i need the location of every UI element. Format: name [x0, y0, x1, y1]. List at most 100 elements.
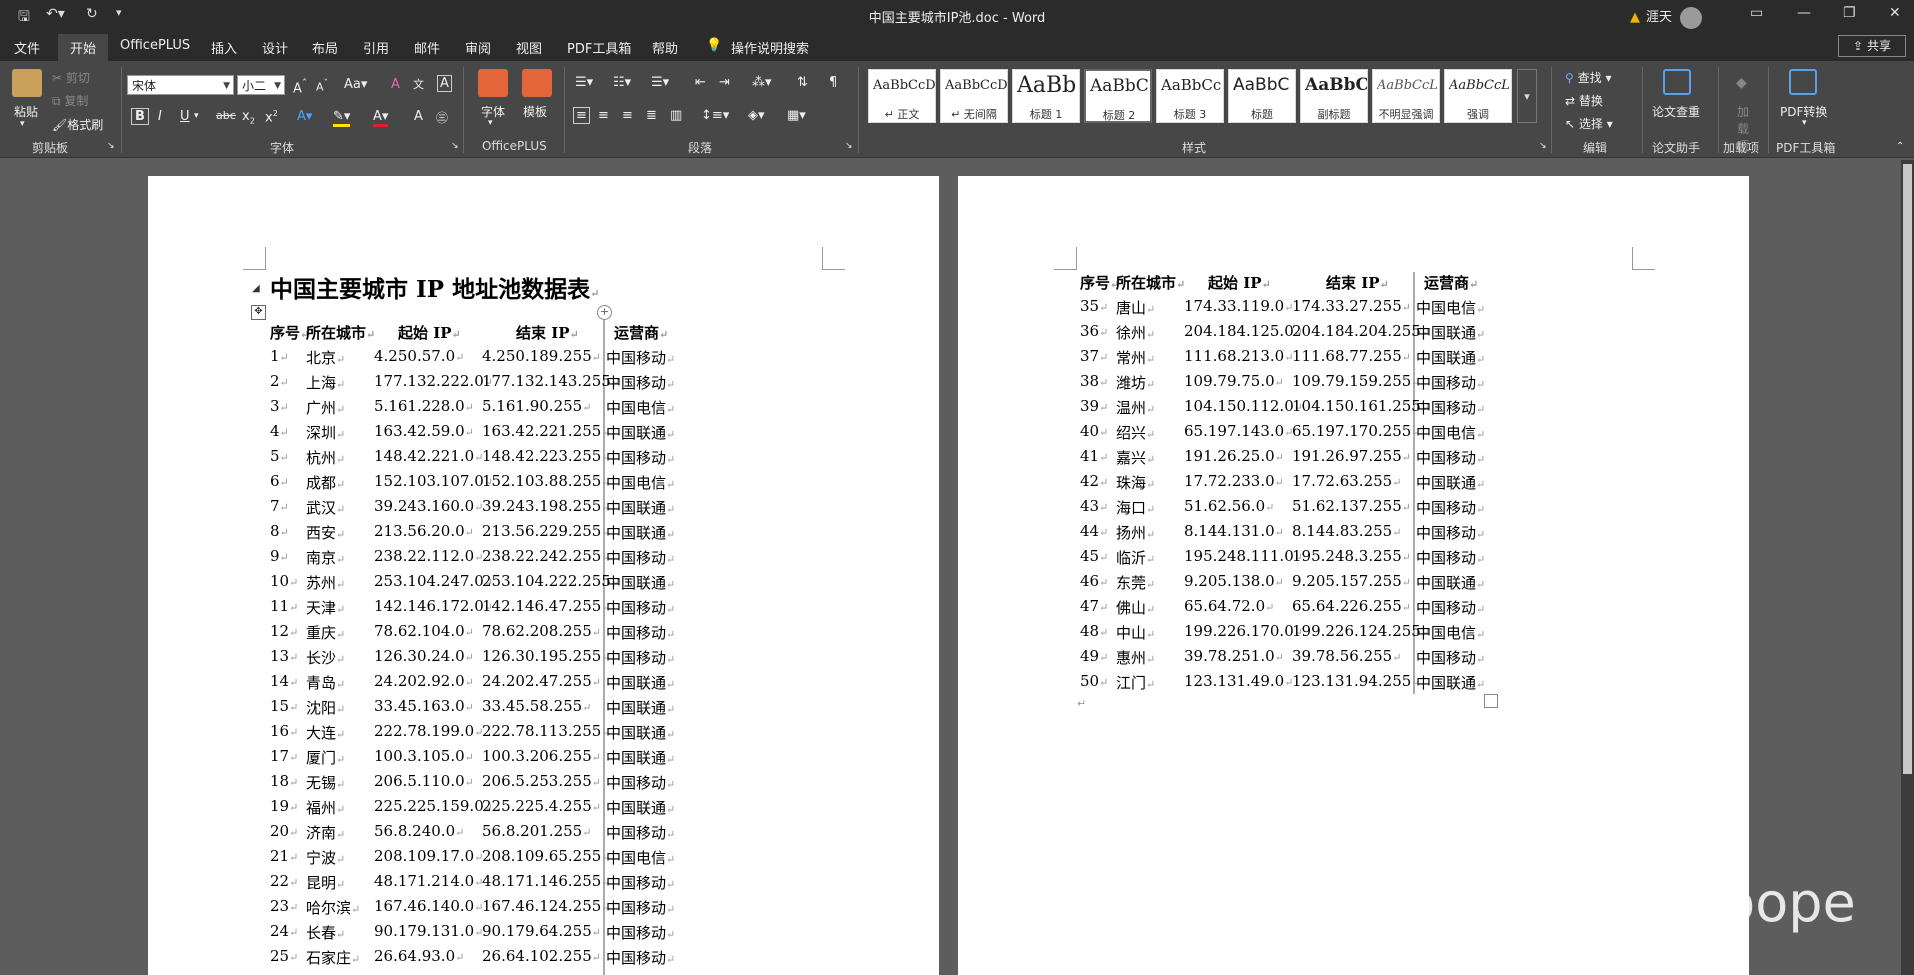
cell-carrier[interactable]: 中国移动↵: [606, 922, 675, 943]
template-icon[interactable]: [522, 69, 552, 97]
cell-index[interactable]: 21↵: [270, 847, 298, 865]
cell-end-ip[interactable]: 24.202.47.255↵: [482, 672, 601, 690]
tab-references[interactable]: 引用: [363, 38, 389, 57]
cell-end-ip[interactable]: 104.150.161.255↵: [1292, 397, 1430, 415]
cell-index[interactable]: 25↵: [270, 947, 298, 965]
cell-end-ip[interactable]: 65.64.226.255↵: [1292, 597, 1411, 615]
underline-dropdown-icon[interactable]: ▾: [194, 111, 199, 121]
cell-city[interactable]: 临沂↵: [1116, 547, 1155, 568]
cell-index[interactable]: 40↵: [1080, 422, 1108, 440]
shading-icon[interactable]: ◈▾: [748, 108, 765, 123]
cell-city[interactable]: 沈阳↵: [306, 697, 345, 718]
styles-launcher-icon[interactable]: ↘: [1539, 141, 1547, 151]
avatar[interactable]: [1680, 6, 1703, 29]
cell-end-ip[interactable]: 78.62.208.255↵: [482, 622, 601, 640]
cell-city[interactable]: 惠州↵: [1116, 647, 1155, 668]
cell-end-ip[interactable]: 152.103.88.255↵: [482, 472, 611, 490]
cell-city[interactable]: 唐山↵: [1116, 297, 1155, 318]
tab-file[interactable]: 文件: [14, 38, 40, 57]
cell-city[interactable]: 无锡↵: [306, 772, 345, 793]
cell-index[interactable]: 12↵: [270, 622, 298, 640]
chinese-layout-icon[interactable]: ⁂▾: [752, 75, 772, 90]
cell-index[interactable]: 20↵: [270, 822, 298, 840]
tell-me-search[interactable]: 操作说明搜索: [731, 38, 809, 57]
cell-end-ip[interactable]: 9.205.157.255↵: [1292, 572, 1411, 590]
cell-city[interactable]: 昆明↵: [306, 872, 345, 893]
cell-end-ip[interactable]: 17.72.63.255↵: [1292, 472, 1401, 490]
cell-city[interactable]: 深圳↵: [306, 422, 345, 443]
header-carrier[interactable]: 运营商↵: [1424, 272, 1478, 293]
cell-carrier[interactable]: 中国联通↵: [606, 422, 675, 443]
cell-city[interactable]: 绍兴↵: [1116, 422, 1155, 443]
cell-start-ip[interactable]: 111.68.213.0↵: [1184, 347, 1293, 365]
cell-end-ip[interactable]: 8.144.83.255↵: [1292, 522, 1401, 540]
cell-carrier[interactable]: 中国移动↵: [1416, 497, 1485, 518]
cell-start-ip[interactable]: 199.226.170.0↵: [1184, 622, 1303, 640]
cell-start-ip[interactable]: 167.46.140.0↵: [374, 897, 483, 915]
cell-carrier[interactable]: 中国移动↵: [606, 372, 675, 393]
cell-end-ip[interactable]: 177.132.143.255↵: [482, 372, 620, 390]
cell-start-ip[interactable]: 142.146.172.0↵: [374, 597, 493, 615]
cell-start-ip[interactable]: 204.184.125.0↵: [1184, 322, 1303, 340]
strikethrough-icon[interactable]: abc: [216, 109, 236, 122]
align-center-icon[interactable]: ≡: [598, 108, 609, 123]
header-end-ip[interactable]: 结束 IP↵: [516, 322, 579, 343]
distributed-icon[interactable]: ▥: [670, 108, 682, 123]
cell-city[interactable]: 南京↵: [306, 547, 345, 568]
share-button[interactable]: ⇪ 共享: [1838, 35, 1906, 57]
cell-end-ip[interactable]: 123.131.94.255↵: [1292, 672, 1421, 690]
cell-index[interactable]: 6↵: [270, 472, 289, 490]
cell-index[interactable]: 23↵: [270, 897, 298, 915]
find-button[interactable]: ⚲ 查找 ▾: [1565, 69, 1611, 86]
cell-carrier[interactable]: 中国移动↵: [606, 622, 675, 643]
restore-button[interactable]: ❐: [1843, 5, 1856, 21]
cell-index[interactable]: 48↵: [1080, 622, 1108, 640]
cell-carrier[interactable]: 中国移动↵: [1416, 397, 1485, 418]
cell-start-ip[interactable]: 123.131.49.0↵: [1184, 672, 1293, 690]
cell-city[interactable]: 徐州↵: [1116, 322, 1155, 343]
cell-carrier[interactable]: 中国移动↵: [606, 822, 675, 843]
cell-start-ip[interactable]: 65.197.143.0↵: [1184, 422, 1293, 440]
tab-design[interactable]: 设计: [262, 38, 288, 57]
cut-button[interactable]: ✂ 剪切: [52, 69, 90, 86]
tab-insert[interactable]: 插入: [211, 38, 237, 57]
cell-start-ip[interactable]: 24.202.92.0↵: [374, 672, 474, 690]
cell-carrier[interactable]: 中国移动↵: [1416, 447, 1485, 468]
cell-city[interactable]: 广州↵: [306, 397, 345, 418]
cell-start-ip[interactable]: 206.5.110.0↵: [374, 772, 474, 790]
officeplus-font-button[interactable]: 字体: [481, 103, 505, 120]
cell-end-ip[interactable]: 126.30.195.255↵: [482, 647, 611, 665]
subscript-icon[interactable]: x2: [242, 109, 255, 126]
cell-city[interactable]: 青岛↵: [306, 672, 345, 693]
cell-start-ip[interactable]: 238.22.112.0↵: [374, 547, 483, 565]
align-left-icon[interactable]: ≡: [573, 107, 590, 124]
cell-index[interactable]: 50↵: [1080, 672, 1108, 690]
tab-officeplus[interactable]: OfficePLUS: [120, 38, 190, 53]
cell-start-ip[interactable]: 109.79.75.0↵: [1184, 372, 1284, 390]
cell-index[interactable]: 22↵: [270, 872, 298, 890]
user-account[interactable]: ▲ 涯天: [1630, 6, 1703, 29]
select-button[interactable]: ↖ 选择 ▾: [1565, 115, 1613, 132]
cell-city[interactable]: 江门↵: [1116, 672, 1155, 693]
cell-carrier[interactable]: 中国移动↵: [606, 872, 675, 893]
cell-end-ip[interactable]: 191.26.97.255↵: [1292, 447, 1411, 465]
cell-end-ip[interactable]: 206.5.253.255↵: [482, 772, 601, 790]
header-city[interactable]: 所在城市↵: [1116, 272, 1185, 293]
cell-index[interactable]: 37↵: [1080, 347, 1108, 365]
cell-index[interactable]: 43↵: [1080, 497, 1108, 515]
cell-start-ip[interactable]: 126.30.24.0↵: [374, 647, 474, 665]
cell-index[interactable]: 24↵: [270, 922, 298, 940]
cell-index[interactable]: 17↵: [270, 747, 298, 765]
cell-city[interactable]: 扬州↵: [1116, 522, 1155, 543]
bold-icon[interactable]: B: [131, 108, 149, 125]
cell-index[interactable]: 15↵: [270, 697, 298, 715]
cell-end-ip[interactable]: 174.33.27.255↵: [1292, 297, 1411, 315]
cell-city[interactable]: 大连↵: [306, 722, 345, 743]
cell-index[interactable]: 39↵: [1080, 397, 1108, 415]
cell-carrier[interactable]: 中国电信↵: [1416, 622, 1485, 643]
change-case-icon[interactable]: Aa▾: [344, 77, 367, 92]
style-subtitle[interactable]: AaBbC 副标题: [1300, 69, 1368, 123]
paste-icon[interactable]: [12, 69, 42, 97]
cell-carrier[interactable]: 中国联通↵: [1416, 322, 1485, 343]
cell-index[interactable]: 35↵: [1080, 297, 1108, 315]
